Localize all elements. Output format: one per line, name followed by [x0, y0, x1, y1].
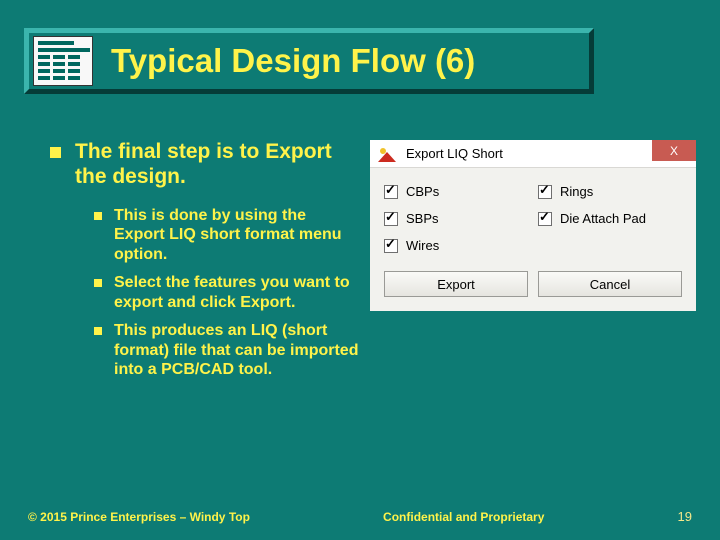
checkbox-icon: [538, 212, 552, 226]
footer-left: © 2015 Prince Enterprises – Windy Top: [28, 510, 250, 524]
checkbox-icon: [384, 239, 398, 253]
app-icon: [378, 146, 396, 162]
content-column: The final step is to Export the design. …: [50, 140, 360, 388]
close-button[interactable]: X: [652, 140, 696, 161]
checkbox-cbps[interactable]: CBPs: [384, 184, 528, 199]
footer: © 2015 Prince Enterprises – Windy Top Co…: [0, 509, 720, 524]
cancel-button[interactable]: Cancel: [538, 271, 682, 297]
checkbox-sbps[interactable]: SBPs: [384, 211, 528, 226]
checkbox-icon: [384, 212, 398, 226]
bullet-main-text: The final step is to Export the design.: [75, 140, 360, 190]
export-dialog: Export LIQ Short X CBPs Rings SBPs Die A…: [370, 140, 696, 311]
button-row: Export Cancel: [384, 271, 682, 297]
title-bar: Typical Design Flow (6): [24, 28, 594, 94]
square-bullet-icon: [94, 327, 102, 335]
checkbox-die-attach-pad[interactable]: Die Attach Pad: [538, 211, 682, 226]
dialog-body: CBPs Rings SBPs Die Attach Pad Wires Exp…: [370, 168, 696, 311]
checkbox-label: Rings: [560, 184, 593, 199]
close-icon: X: [670, 144, 678, 158]
bullet-level2: Select the features you want to export a…: [94, 273, 360, 313]
bullet-level2: This is done by using the Export LIQ sho…: [94, 206, 360, 265]
checkbox-label: SBPs: [406, 211, 439, 226]
bullet-level2: This produces an LIQ (short format) file…: [94, 321, 360, 380]
square-bullet-icon: [94, 212, 102, 220]
checkbox-icon: [538, 185, 552, 199]
checkbox-wires[interactable]: Wires: [384, 238, 528, 253]
sub-bullet-text: This is done by using the Export LIQ sho…: [114, 206, 360, 265]
sub-bullet-text: This produces an LIQ (short format) file…: [114, 321, 360, 380]
slide-title: Typical Design Flow (6): [111, 42, 475, 80]
checkbox-grid: CBPs Rings SBPs Die Attach Pad Wires: [384, 184, 682, 253]
checkbox-label: Die Attach Pad: [560, 211, 646, 226]
checkbox-label: CBPs: [406, 184, 439, 199]
checkbox-label: Wires: [406, 238, 439, 253]
slide-icon: [33, 36, 93, 86]
export-button[interactable]: Export: [384, 271, 528, 297]
square-bullet-icon: [94, 279, 102, 287]
dialog-title: Export LIQ Short: [406, 146, 503, 161]
dialog-titlebar: Export LIQ Short X: [370, 140, 696, 168]
bullet-level1: The final step is to Export the design.: [50, 140, 360, 190]
checkbox-icon: [384, 185, 398, 199]
button-label: Export: [437, 277, 475, 292]
checkbox-rings[interactable]: Rings: [538, 184, 682, 199]
footer-center: Confidential and Proprietary: [383, 510, 544, 524]
page-number: 19: [678, 509, 692, 524]
button-label: Cancel: [590, 277, 630, 292]
sub-bullet-text: Select the features you want to export a…: [114, 273, 360, 313]
square-bullet-icon: [50, 147, 61, 158]
